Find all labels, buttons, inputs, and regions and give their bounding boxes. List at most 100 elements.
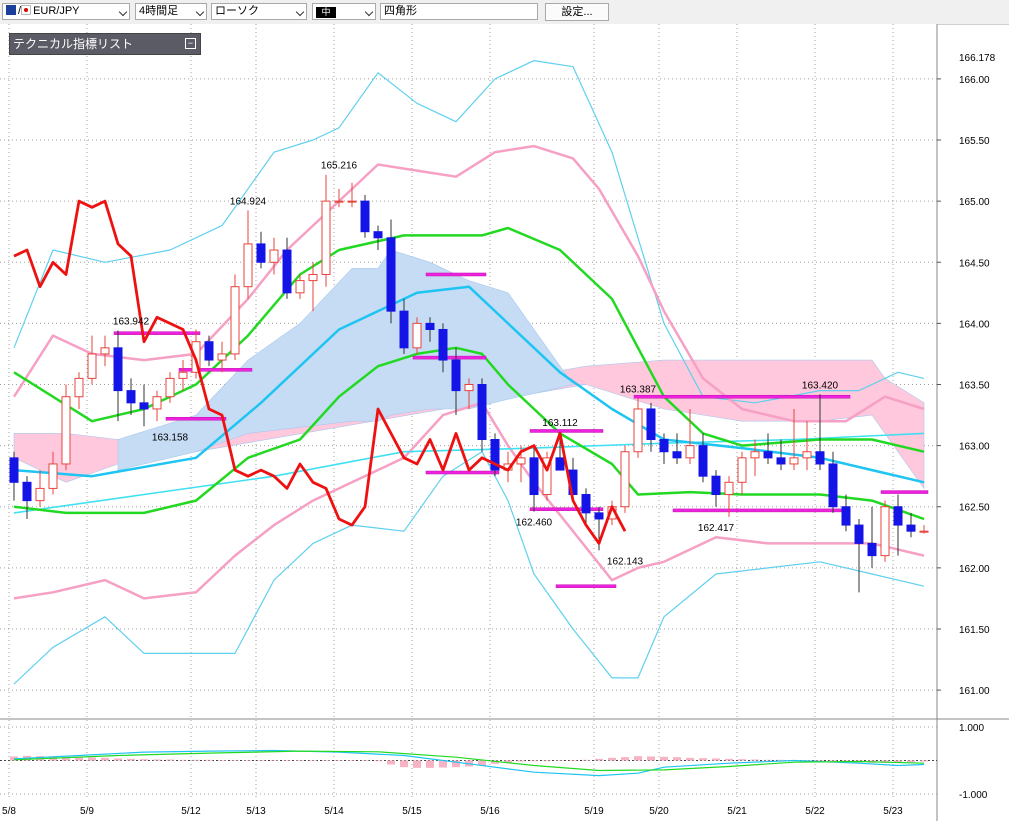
- macd-histogram-bar: [569, 760, 577, 761]
- date-tick-label: 5/23: [883, 806, 903, 817]
- macd-histogram-bar: [335, 760, 343, 761]
- macd-histogram-bar: [101, 757, 109, 761]
- macd-histogram-bar: [140, 759, 148, 761]
- macd-histogram-bar: [530, 760, 538, 762]
- eu-flag-icon: [6, 5, 16, 15]
- collapse-icon[interactable]: −: [185, 38, 196, 49]
- level-marker: [529, 507, 604, 511]
- candle-body: [9, 457, 19, 483]
- candle-body: [139, 402, 149, 410]
- macd-histogram-bar: [374, 760, 382, 762]
- date-tick-label: 5/15: [402, 806, 422, 817]
- date-tick-label: 5/16: [480, 806, 500, 817]
- price-annotation: 163.112: [542, 418, 578, 429]
- candle-body: [61, 396, 71, 465]
- date-tick-label: 5/14: [324, 806, 344, 817]
- chart-style-label: ローソク: [215, 5, 259, 17]
- candle-body: [438, 328, 448, 361]
- macd-histogram-bar: [179, 759, 187, 761]
- marker-shape-field[interactable]: 四角形: [380, 3, 538, 20]
- candle-body: [269, 249, 279, 263]
- candle-body: [477, 384, 487, 441]
- macd-histogram-bar: [192, 759, 200, 761]
- candle-body: [620, 451, 630, 508]
- macd-histogram-bar: [166, 759, 174, 761]
- macd-tick-label: -1.000: [959, 790, 988, 801]
- settings-button[interactable]: 設定...: [545, 3, 609, 21]
- macd-histogram-bar: [309, 760, 317, 761]
- candle-body: [750, 451, 760, 459]
- macd-histogram-bar: [127, 758, 135, 761]
- macd-histogram-bar: [387, 760, 395, 765]
- indicator-list-panel[interactable]: テクニカル指標リスト −: [9, 33, 201, 55]
- currency-pair-select[interactable]: / EUR/JPY: [2, 3, 130, 20]
- macd-histogram-bar: [543, 760, 551, 762]
- price-tick-label: 161.50: [959, 625, 990, 636]
- candle-body: [581, 494, 591, 514]
- level-marker: [633, 394, 851, 399]
- candle-body: [659, 439, 669, 453]
- level-marker: [412, 355, 487, 360]
- candle-body: [594, 512, 604, 520]
- macd-histogram-bar: [673, 757, 681, 761]
- candle-body: [698, 445, 708, 477]
- level-marker: [425, 272, 487, 277]
- macd-histogram-bar: [231, 760, 239, 761]
- candle-body: [152, 396, 162, 410]
- price-tick-label: 163.50: [959, 381, 990, 392]
- date-tick-label: 5/21: [727, 806, 747, 817]
- candle-body: [282, 249, 292, 294]
- candle-body: [100, 347, 110, 355]
- macd-histogram-bar: [816, 760, 824, 761]
- candle-body: [711, 475, 721, 496]
- level-marker: [555, 584, 617, 588]
- macd-histogram-bar: [582, 759, 590, 761]
- candle-body: [529, 457, 539, 496]
- candle-body: [451, 359, 461, 392]
- macd-histogram-bar: [296, 760, 304, 761]
- candle-body: [893, 506, 903, 526]
- candle-body: [555, 457, 565, 471]
- candle-body: [828, 463, 838, 508]
- candle-body: [347, 200, 357, 203]
- candle-body: [334, 200, 344, 203]
- candle-body: [464, 384, 474, 392]
- macd-histogram-bar: [322, 760, 330, 761]
- candle-body: [256, 243, 266, 263]
- price-tick-label: 165.50: [959, 136, 990, 147]
- candle-body: [815, 451, 825, 465]
- macd-histogram-bar: [738, 759, 746, 761]
- price-annotation: 163.420: [802, 380, 839, 391]
- macd-histogram-bar: [556, 760, 564, 761]
- candle-body: [412, 322, 422, 349]
- candle-body: [295, 280, 305, 294]
- line-width-select[interactable]: 中: [312, 3, 376, 20]
- macd-histogram-bar: [88, 757, 96, 761]
- price-annotation: 162.460: [516, 518, 553, 529]
- candle-body: [516, 457, 526, 465]
- date-tick-label: 5/19: [584, 806, 604, 817]
- macd-histogram-bar: [686, 757, 694, 761]
- candle-body: [776, 457, 786, 465]
- candle-body: [321, 200, 331, 275]
- candle-body: [165, 377, 175, 398]
- timeframe-select[interactable]: 4時間足: [135, 3, 207, 20]
- macd-histogram-bar: [205, 759, 213, 761]
- candle-body: [178, 371, 188, 379]
- date-tick-label: 5/22: [805, 806, 825, 817]
- macd-histogram-bar: [153, 759, 161, 761]
- candle-body: [22, 481, 32, 502]
- currency-pair-label: EUR/JPY: [33, 5, 80, 17]
- macd-histogram-bar: [218, 760, 226, 761]
- macd-tick-label: 1.000: [959, 723, 984, 734]
- date-tick-label: 5/13: [246, 806, 266, 817]
- macd-histogram-bar: [439, 760, 447, 768]
- macd-histogram-bar: [660, 756, 668, 761]
- macd-histogram-bar: [621, 757, 629, 761]
- macd-histogram-bar: [829, 760, 837, 762]
- chart-style-select[interactable]: ローソク: [211, 3, 307, 20]
- plot-area: [0, 24, 937, 821]
- candle-body: [737, 457, 747, 483]
- candle-body: [373, 231, 383, 239]
- timeframe-label: 4時間足: [139, 5, 179, 17]
